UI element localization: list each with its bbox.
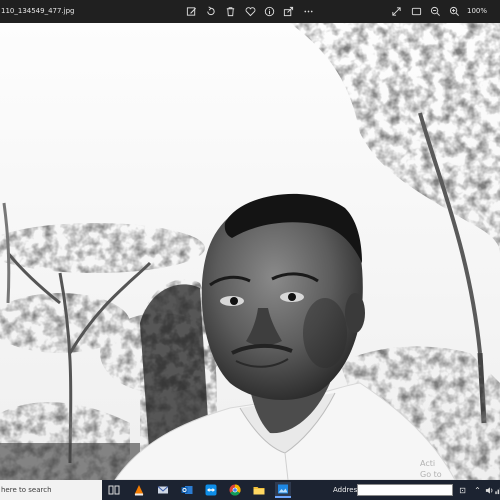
photos-icon[interactable] — [275, 482, 291, 498]
more-icon[interactable] — [301, 4, 316, 19]
person-head — [201, 193, 365, 401]
zoom-in-icon[interactable] — [447, 4, 462, 19]
watermark-line-1: Acti — [420, 459, 436, 468]
delete-icon[interactable] — [223, 4, 238, 19]
vlc-icon[interactable] — [131, 482, 147, 498]
file-name: 110_134549_477.jpg — [1, 7, 75, 15]
rotate-icon[interactable] — [203, 4, 218, 19]
fullscreen-icon[interactable] — [389, 4, 404, 19]
aspect-icon[interactable] — [409, 4, 424, 19]
file-explorer-icon[interactable] — [251, 482, 267, 498]
zoom-level[interactable]: 100% — [467, 0, 487, 23]
chrome-icon[interactable] — [227, 482, 243, 498]
edit-image-icon[interactable] — [184, 4, 199, 19]
taskbar: here to search Address ⊡ ⌃ — [0, 480, 500, 500]
watermark-line-2: Go to — [420, 470, 442, 479]
address-input[interactable] — [357, 484, 453, 496]
info-icon[interactable] — [262, 4, 277, 19]
outlook-icon[interactable] — [179, 482, 195, 498]
title-bar: 110_134549_477.jpg 100% — [0, 0, 500, 23]
photo-viewport[interactable]: Acti Go to — [0, 23, 500, 480]
task-view-icon[interactable] — [106, 482, 122, 498]
photo-image — [0, 23, 500, 480]
tray-overflow-icon[interactable]: ⌃ — [472, 484, 483, 496]
network-icon[interactable] — [493, 484, 500, 496]
taskbar-search-box[interactable]: here to search — [0, 480, 102, 500]
mail-icon[interactable] — [155, 482, 171, 498]
favorite-icon[interactable] — [243, 4, 258, 19]
share-icon[interactable] — [281, 4, 296, 19]
address-go-icon[interactable]: ⊡ — [457, 484, 468, 496]
teamviewer-icon[interactable] — [203, 482, 219, 498]
activate-windows-watermark: Acti Go to — [420, 458, 442, 480]
zoom-out-icon[interactable] — [428, 4, 443, 19]
